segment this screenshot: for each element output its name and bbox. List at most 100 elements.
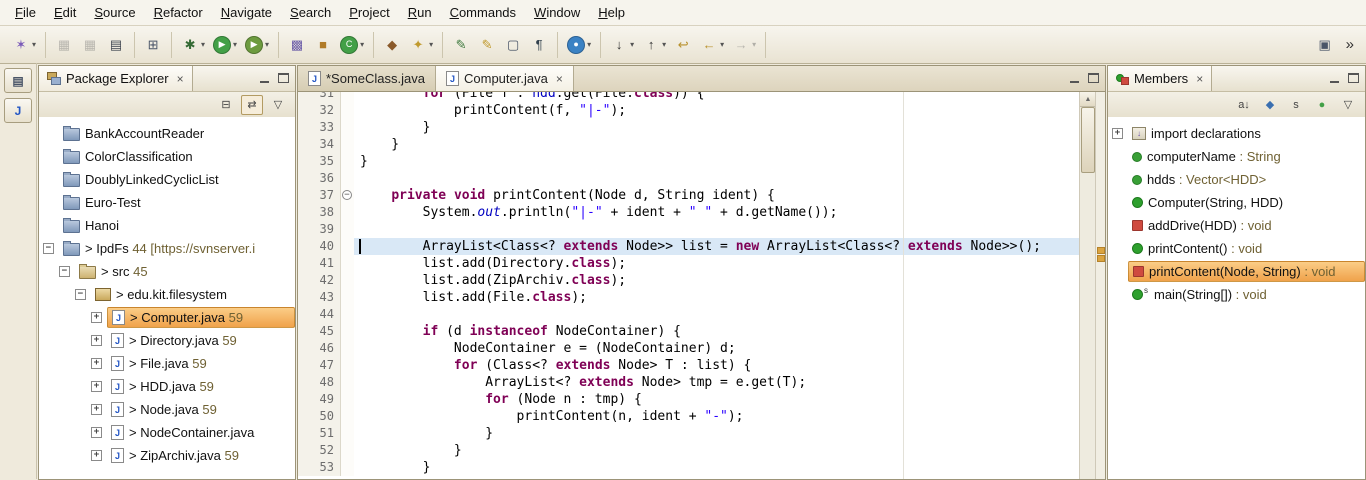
line-number[interactable]: 42 <box>298 272 341 289</box>
line-number[interactable]: 44 <box>298 306 341 323</box>
code-line[interactable]: 49 for (Node n : tmp) { <box>298 391 1080 408</box>
menu-search[interactable]: Search <box>281 2 340 23</box>
code-line[interactable]: 47 for (Class<? extends Node> T : list) … <box>298 357 1080 374</box>
line-number[interactable]: 37 <box>298 187 341 204</box>
line-number[interactable]: 51 <box>298 425 341 442</box>
expander-icon[interactable]: − <box>43 243 54 254</box>
member-item[interactable]: Computer(String, HDD) <box>1108 191 1365 214</box>
line-number[interactable]: 47 <box>298 357 341 374</box>
code-line[interactable]: 36 <box>298 170 1080 187</box>
toolbar-overflow-button[interactable]: » <box>1342 36 1358 53</box>
tree-item[interactable]: −> IpdFs 44 [https://svnserver.i <box>39 237 295 260</box>
close-icon[interactable]: × <box>1196 72 1203 86</box>
menu-file[interactable]: File <box>6 2 45 23</box>
annotate-button[interactable]: ✎ <box>448 31 474 59</box>
tree-item[interactable]: Hanoi <box>39 214 295 237</box>
highlight-button[interactable]: ✎ <box>474 31 500 59</box>
menu-window[interactable]: Window <box>525 2 589 23</box>
view-menu-button[interactable]: ▽ <box>1337 95 1359 115</box>
code-line[interactable]: 42 list.add(ZipArchiv.class); <box>298 272 1080 289</box>
code-line[interactable]: 33 } <box>298 119 1080 136</box>
code-line[interactable]: 44 <box>298 306 1080 323</box>
minimize-button[interactable] <box>1327 72 1342 85</box>
tree-item[interactable]: DoublyLinkedCyclicList <box>39 168 295 191</box>
filter-fields-button[interactable]: ◆ <box>1259 95 1281 115</box>
format-button[interactable]: ¶ <box>526 31 552 59</box>
line-number[interactable]: 35 <box>298 153 341 170</box>
tree-item[interactable]: +> Computer.java 59 <box>39 306 295 329</box>
line-number[interactable]: 40 <box>298 238 341 255</box>
tree-item[interactable]: Euro-Test <box>39 191 295 214</box>
new-package-button[interactable]: ■ <box>310 31 336 59</box>
minimize-button[interactable] <box>257 72 272 85</box>
menu-commands[interactable]: Commands <box>441 2 525 23</box>
pin-editor-button[interactable]: ▣ <box>1312 31 1338 59</box>
run-button[interactable]: ▶▾ <box>209 31 241 59</box>
member-item[interactable]: printContent(Node, String) : void <box>1108 260 1365 283</box>
code-line[interactable]: 41 list.add(Directory.class); <box>298 255 1080 272</box>
code-line[interactable]: 46 NodeContainer e = (NodeContainer) d; <box>298 340 1080 357</box>
tree-item[interactable]: −> src 45 <box>39 260 295 283</box>
member-item[interactable]: printContent() : void <box>1108 237 1365 260</box>
code-line[interactable]: 52 } <box>298 442 1080 459</box>
tree-item[interactable]: +> Node.java 59 <box>39 398 295 421</box>
restore-editor-button[interactable]: ▤ <box>4 68 32 93</box>
member-item[interactable]: addDrive(HDD) : void <box>1108 214 1365 237</box>
search-button[interactable]: ✦▾ <box>405 31 437 59</box>
line-number[interactable]: 39 <box>298 221 341 238</box>
editor-tab[interactable]: Computer.java× <box>436 66 574 91</box>
member-item[interactable]: computerName : String <box>1108 145 1365 168</box>
expander-icon[interactable]: − <box>59 266 70 277</box>
link-with-editor-button[interactable]: ⇄ <box>241 95 263 115</box>
expander-icon[interactable]: + <box>1112 128 1123 139</box>
tree-item[interactable]: +> Directory.java 59 <box>39 329 295 352</box>
line-number[interactable]: 45 <box>298 323 341 340</box>
menu-run[interactable]: Run <box>399 2 441 23</box>
line-number[interactable]: 33 <box>298 119 341 136</box>
editor-body[interactable]: 31 for (File f : hdd.get(File.class)) {3… <box>298 92 1105 479</box>
expander-icon[interactable]: + <box>91 381 102 392</box>
web-browser-button[interactable]: ●▾ <box>563 31 595 59</box>
line-number[interactable]: 50 <box>298 408 341 425</box>
member-item[interactable]: smain(String[]) : void <box>1108 283 1365 306</box>
show-whitespace-button[interactable]: ▢ <box>500 31 526 59</box>
member-item[interactable]: hdds : Vector<HDD> <box>1108 168 1365 191</box>
code-line[interactable]: 39 <box>298 221 1080 238</box>
line-number[interactable]: 43 <box>298 289 341 306</box>
expander-icon[interactable]: + <box>91 335 102 346</box>
member-item[interactable]: +import declarations <box>1108 122 1365 145</box>
close-icon[interactable]: × <box>556 72 563 86</box>
menu-help[interactable]: Help <box>589 2 634 23</box>
new-java-project-button[interactable]: ▩ <box>284 31 310 59</box>
save-button[interactable]: ▦ <box>51 31 77 59</box>
code-line[interactable]: 32 printContent(f, "|-"); <box>298 102 1080 119</box>
code-line[interactable]: 45 if (d instanceof NodeContainer) { <box>298 323 1080 340</box>
new-class-button[interactable]: C▾ <box>336 31 368 59</box>
line-number[interactable]: 34 <box>298 136 341 153</box>
line-number[interactable]: 32 <box>298 102 341 119</box>
maximize-button[interactable] <box>1346 72 1361 85</box>
tree-item[interactable]: +> ZipArchiv.java 59 <box>39 444 295 467</box>
tree-item[interactable]: ColorClassification <box>39 145 295 168</box>
sort-button[interactable]: a↓ <box>1233 95 1255 115</box>
line-number[interactable]: 46 <box>298 340 341 357</box>
tree-item[interactable]: +> File.java 59 <box>39 352 295 375</box>
debug-button[interactable]: ✱▾ <box>177 31 209 59</box>
line-number[interactable]: 53 <box>298 459 341 476</box>
maximize-button[interactable] <box>1086 72 1101 85</box>
expander-icon[interactable]: + <box>91 312 102 323</box>
line-number[interactable]: 41 <box>298 255 341 272</box>
code-line[interactable]: 43 list.add(File.class); <box>298 289 1080 306</box>
minimize-button[interactable] <box>1067 72 1082 85</box>
filter-static-button[interactable]: s <box>1285 95 1307 115</box>
menu-edit[interactable]: Edit <box>45 2 85 23</box>
back-button[interactable]: ←▾ <box>696 31 728 59</box>
line-number[interactable]: 31 <box>298 92 341 102</box>
line-number[interactable]: 52 <box>298 442 341 459</box>
forward-button[interactable]: →▾ <box>728 31 760 59</box>
coverage-button[interactable]: ▶▾ <box>241 31 273 59</box>
collapse-all-button[interactable]: ⊟ <box>215 95 237 115</box>
expander-icon[interactable]: + <box>91 450 102 461</box>
line-number[interactable]: 49 <box>298 391 341 408</box>
code-line[interactable]: 37− private void printContent(Node d, St… <box>298 187 1080 204</box>
